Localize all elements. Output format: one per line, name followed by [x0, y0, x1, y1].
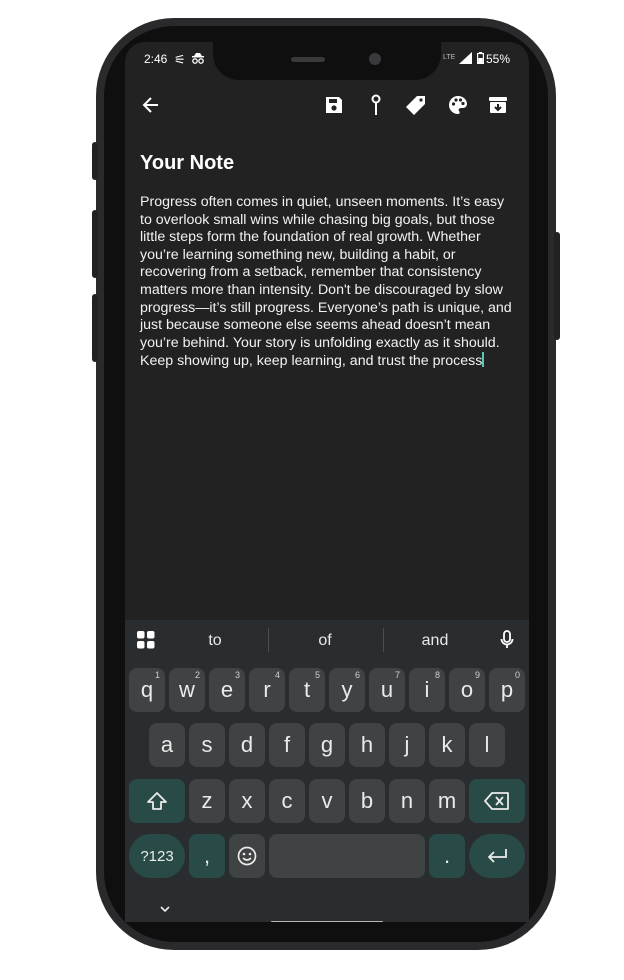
- text-cursor: [482, 352, 484, 368]
- key-f[interactable]: f: [269, 723, 305, 767]
- label-icon[interactable]: [403, 92, 429, 118]
- key-q[interactable]: q1: [129, 668, 165, 712]
- notch: [213, 42, 441, 80]
- key-a[interactable]: a: [149, 723, 185, 767]
- arrow-back-icon[interactable]: [138, 92, 164, 118]
- emoji-key[interactable]: [229, 834, 265, 878]
- key-label: t: [303, 677, 311, 702]
- gesture-nav-bar[interactable]: [271, 921, 383, 922]
- side-button: [92, 142, 98, 180]
- speaker: [291, 57, 325, 62]
- front-camera: [369, 53, 381, 65]
- space-key[interactable]: [269, 834, 425, 878]
- key-label: y: [341, 677, 353, 702]
- shift-key[interactable]: [129, 779, 185, 823]
- key-label: i: [424, 677, 430, 702]
- chevron-down-icon[interactable]: [159, 900, 171, 918]
- keyboard-menu-icon[interactable]: [137, 631, 155, 654]
- key-hint: 2: [194, 670, 200, 680]
- key-j[interactable]: j: [389, 723, 425, 767]
- power-button: [554, 232, 560, 340]
- key-hint: 1: [154, 670, 160, 680]
- enter-icon: [487, 849, 507, 863]
- signal-icon: [459, 52, 472, 67]
- suggestion-divider: [268, 628, 269, 652]
- key-u[interactable]: u7: [369, 668, 405, 712]
- shift-icon: [147, 792, 167, 810]
- key-x[interactable]: x: [229, 779, 265, 823]
- key-d[interactable]: d: [229, 723, 265, 767]
- suggestion-1[interactable]: to: [185, 632, 245, 650]
- key-k[interactable]: k: [429, 723, 465, 767]
- key-i[interactable]: i8: [409, 668, 445, 712]
- suggestion-3[interactable]: and: [405, 632, 465, 650]
- key-label: r: [263, 677, 271, 702]
- battery-percent: 55%: [486, 52, 511, 66]
- key-l[interactable]: l: [469, 723, 505, 767]
- incognito-icon: [191, 52, 205, 67]
- key-label: o: [460, 677, 474, 702]
- key-p[interactable]: p0: [489, 668, 525, 712]
- key-y[interactable]: y6: [329, 668, 365, 712]
- key-hint: 5: [314, 670, 320, 680]
- emoji-icon: [237, 846, 257, 866]
- battery-icon: [477, 52, 485, 67]
- key-s[interactable]: s: [189, 723, 225, 767]
- key-hint: 8: [434, 670, 440, 680]
- network-type: LTE: [443, 54, 456, 61]
- key-hint: 4: [274, 670, 280, 680]
- key-label: e: [220, 677, 234, 702]
- comma-key[interactable]: ,: [189, 834, 225, 878]
- key-label: p: [500, 677, 514, 702]
- save-icon[interactable]: [321, 92, 347, 118]
- key-hint: 0: [514, 670, 520, 680]
- key-g[interactable]: g: [309, 723, 345, 767]
- key-e[interactable]: e3: [209, 668, 245, 712]
- key-hint: 9: [474, 670, 480, 680]
- enter-key[interactable]: [469, 834, 525, 878]
- key-label: q: [140, 677, 154, 702]
- key-hint: 7: [394, 670, 400, 680]
- volume-up-button: [92, 210, 98, 278]
- key-label: w: [179, 677, 195, 702]
- volume-down-button: [92, 294, 98, 362]
- key-t[interactable]: t5: [289, 668, 325, 712]
- activity-icon: ⚟: [174, 52, 186, 67]
- key-c[interactable]: c: [269, 779, 305, 823]
- note-title[interactable]: Your Note: [140, 152, 234, 175]
- key-m[interactable]: m: [429, 779, 465, 823]
- palette-icon[interactable]: [445, 92, 471, 118]
- symbols-key[interactable]: ?123: [129, 834, 185, 878]
- period-key[interactable]: .: [429, 834, 465, 878]
- key-label: u: [380, 677, 394, 702]
- pin-icon[interactable]: [363, 92, 389, 118]
- key-b[interactable]: b: [349, 779, 385, 823]
- key-n[interactable]: n: [389, 779, 425, 823]
- key-hint: 6: [354, 670, 360, 680]
- suggestion-divider: [383, 628, 384, 652]
- key-hint: 3: [234, 670, 240, 680]
- screen: 2:46 ⚟ LTE 55% Your Note Progress often …: [125, 42, 529, 922]
- microphone-icon[interactable]: [500, 630, 514, 655]
- status-time: 2:46: [144, 52, 168, 66]
- backspace-icon: [484, 792, 509, 810]
- key-w[interactable]: w2: [169, 668, 205, 712]
- key-h[interactable]: h: [349, 723, 385, 767]
- key-r[interactable]: r4: [249, 668, 285, 712]
- archive-icon[interactable]: [485, 92, 511, 118]
- backspace-key[interactable]: [469, 779, 525, 823]
- suggestion-2[interactable]: of: [295, 632, 355, 650]
- key-v[interactable]: v: [309, 779, 345, 823]
- key-z[interactable]: z: [189, 779, 225, 823]
- note-body-editor[interactable]: Progress often comes in quiet, unseen mo…: [140, 194, 516, 371]
- key-o[interactable]: o9: [449, 668, 485, 712]
- note-body-text: Progress often comes in quiet, unseen mo…: [140, 194, 512, 370]
- keyboard: to of and q1 w2 e3 r4 t5 y6 u7 i8 o9 p0 …: [125, 620, 529, 922]
